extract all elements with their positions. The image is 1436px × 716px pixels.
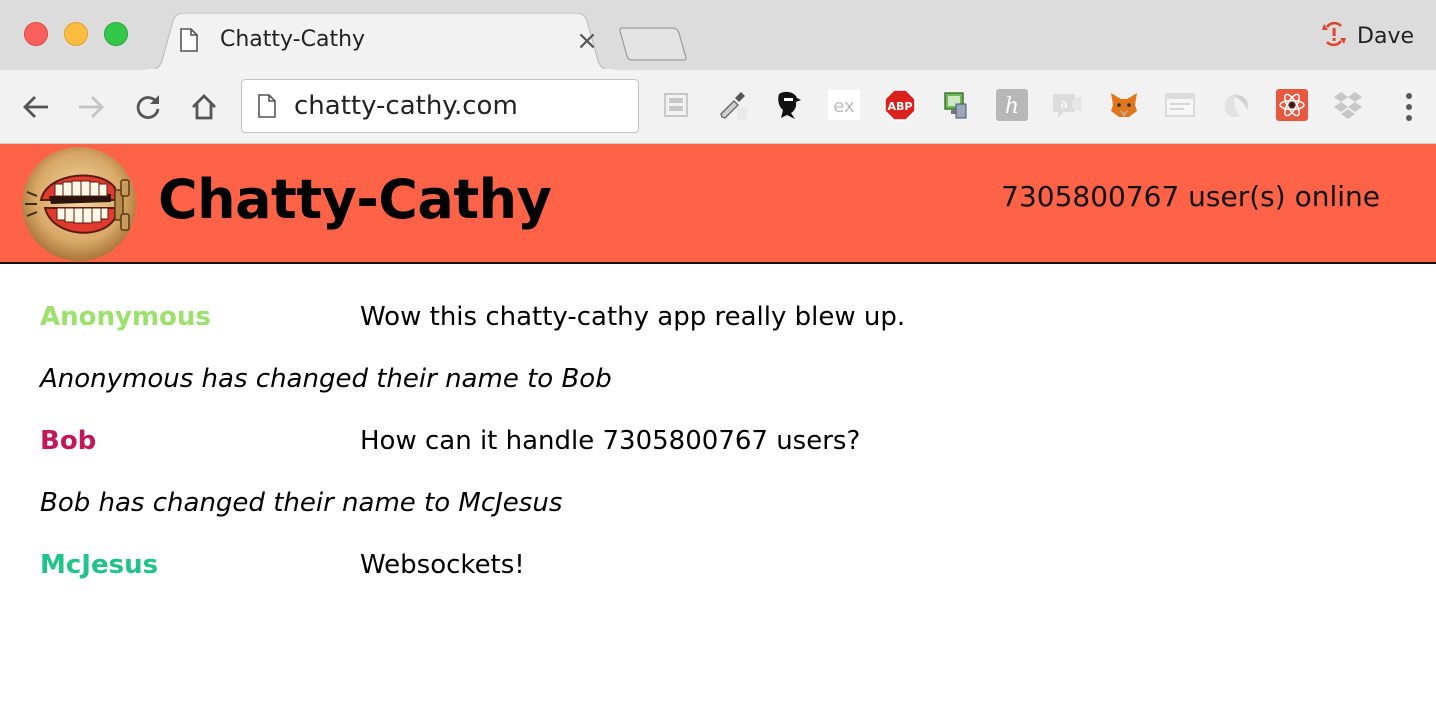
profile-button[interactable]: Dave (1321, 20, 1414, 52)
address-bar[interactable]: chatty-cathy.com (241, 79, 639, 133)
chatty-teeth-logo (22, 147, 136, 261)
url-text[interactable]: chatty-cathy.com (294, 91, 518, 121)
message-row: Bob How can it handle 7305800767 users? (40, 426, 1400, 466)
eyedropper-extension-icon[interactable] (715, 88, 749, 122)
notification-text: Anonymous has changed their name to Bob (40, 364, 612, 394)
tab-strip: Chatty-Cathy × Dave (0, 0, 1436, 71)
layout-extension-icon[interactable] (659, 88, 693, 122)
online-user-count: 7305800767 user(s) online (1001, 180, 1380, 213)
notification-row: Anonymous has changed their name to Bob (40, 364, 1400, 404)
chat-extension-icon[interactable]: a (1051, 88, 1085, 122)
sync-error-icon (1321, 21, 1347, 51)
swirl-extension-icon[interactable] (1219, 88, 1253, 122)
notification-row: Bob has changed their name to McJesus (40, 488, 1400, 528)
message-row: Anonymous Wow this chatty-cathy app real… (40, 302, 1400, 342)
h-extension-icon[interactable]: h (995, 88, 1029, 122)
tab-title: Chatty-Cathy (220, 27, 366, 52)
tab-chatty-cathy[interactable]: Chatty-Cathy × (145, 13, 615, 71)
forward-arrow-icon (79, 96, 104, 118)
page-icon (180, 28, 198, 56)
ninja-extension-icon[interactable] (771, 88, 805, 122)
message-content: Wow this chatty-cathy app really blew up… (360, 302, 906, 332)
message-username: McJesus (40, 550, 159, 580)
react-devtools-icon[interactable] (1275, 88, 1309, 122)
window-close-button[interactable] (24, 22, 48, 46)
adblock-plus-icon[interactable]: ABP (883, 88, 917, 122)
svg-text:h: h (1005, 94, 1019, 119)
back-arrow-icon (23, 96, 48, 118)
message-row: McJesus Websockets! (40, 550, 1400, 590)
screen-capture-extension-icon[interactable] (939, 88, 973, 122)
notification-text: Bob has changed their name to McJesus (40, 488, 563, 518)
svg-text:ABP: ABP (888, 100, 913, 113)
message-content: Websockets! (360, 550, 525, 580)
svg-text:ex: ex (833, 96, 855, 117)
dropbox-icon[interactable] (1331, 88, 1365, 122)
back-button[interactable] (19, 90, 53, 124)
message-username: Anonymous (40, 302, 211, 332)
ex-extension-icon[interactable]: ex (827, 88, 861, 122)
message-content: How can it handle 7305800767 users? (360, 426, 861, 456)
reload-button[interactable] (131, 90, 165, 124)
tab-close-icon[interactable]: × (575, 28, 599, 54)
webpage-extension-icon[interactable] (1163, 88, 1197, 122)
reload-icon (136, 95, 160, 119)
page-info-icon[interactable] (258, 94, 276, 122)
browser-toolbar: chatty-cathy.com ex ABP h a (0, 70, 1436, 144)
browser-menu-icon[interactable] (1404, 90, 1414, 124)
profile-name: Dave (1357, 23, 1414, 49)
message-username: Bob (40, 426, 97, 456)
svg-text:a: a (1060, 97, 1067, 111)
forward-button[interactable] (74, 90, 108, 124)
tab-shape (145, 13, 615, 71)
metamask-fox-icon[interactable] (1107, 88, 1141, 122)
new-tab-button[interactable] (618, 26, 688, 62)
home-icon (192, 94, 216, 120)
app-title: Chatty-Cathy (158, 168, 552, 231)
window-maximize-button[interactable] (104, 22, 128, 46)
home-button[interactable] (187, 90, 221, 124)
app-header: Chatty-Cathy 7305800767 user(s) online (0, 144, 1436, 264)
window-minimize-button[interactable] (64, 22, 88, 46)
